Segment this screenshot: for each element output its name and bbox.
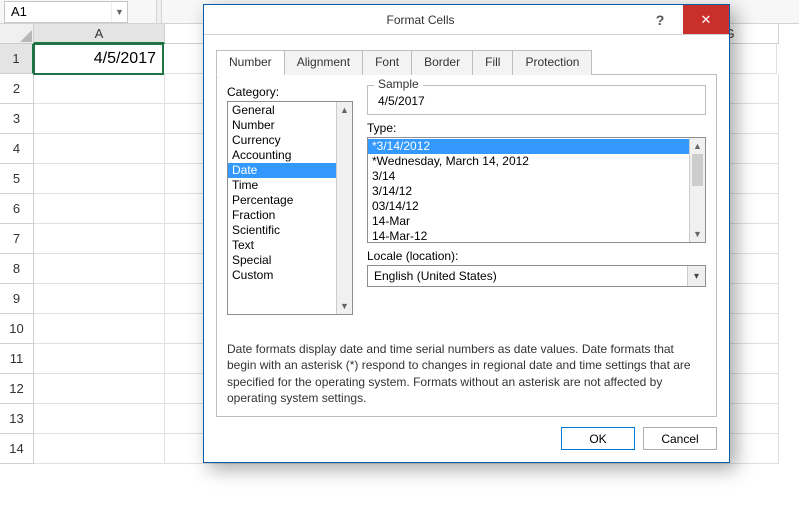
- row-header[interactable]: 2: [0, 74, 34, 104]
- tab-border[interactable]: Border: [411, 50, 473, 75]
- format-description: Date formats display date and time seria…: [227, 341, 706, 406]
- cell[interactable]: [34, 344, 165, 374]
- scroll-down-icon[interactable]: ▼: [337, 298, 352, 314]
- dialog-title: Format Cells: [204, 5, 637, 34]
- cell[interactable]: [34, 104, 165, 134]
- column-header[interactable]: A: [34, 24, 165, 44]
- ok-button[interactable]: OK: [561, 427, 635, 450]
- format-cells-dialog: Format Cells ? ✕ NumberAlignmentFontBord…: [203, 4, 730, 463]
- scrollbar[interactable]: ▲ ▼: [336, 102, 352, 314]
- chevron-down-icon[interactable]: ▾: [687, 266, 705, 286]
- list-item[interactable]: 03/14/12: [368, 199, 689, 214]
- list-item[interactable]: 3/14: [368, 169, 689, 184]
- list-item[interactable]: 14-Mar-12: [368, 229, 689, 242]
- list-item[interactable]: Text: [228, 238, 336, 253]
- cell[interactable]: 4/5/2017: [33, 43, 164, 75]
- locale-label: Locale (location):: [367, 249, 706, 263]
- row-header[interactable]: 1: [0, 44, 34, 74]
- list-item[interactable]: 14-Mar: [368, 214, 689, 229]
- cell[interactable]: [34, 74, 165, 104]
- list-item[interactable]: Fraction: [228, 208, 336, 223]
- cell[interactable]: [34, 134, 165, 164]
- cancel-button[interactable]: Cancel: [643, 427, 717, 450]
- cell[interactable]: [34, 374, 165, 404]
- cell[interactable]: [34, 254, 165, 284]
- locale-value: English (United States): [368, 269, 687, 283]
- list-item[interactable]: General: [228, 103, 336, 118]
- sample-label: Sample: [374, 77, 423, 91]
- row-header[interactable]: 5: [0, 164, 34, 194]
- dialog-buttons: OK Cancel: [204, 417, 729, 462]
- list-item[interactable]: 3/14/12: [368, 184, 689, 199]
- list-item[interactable]: Custom: [228, 268, 336, 283]
- list-item[interactable]: Date: [228, 163, 336, 178]
- list-item[interactable]: Percentage: [228, 193, 336, 208]
- name-box[interactable]: A1 ▼: [4, 1, 128, 23]
- cell[interactable]: [34, 164, 165, 194]
- tab-alignment[interactable]: Alignment: [284, 50, 363, 75]
- row-header[interactable]: 9: [0, 284, 34, 314]
- scrollbar[interactable]: ▲ ▼: [689, 138, 705, 242]
- close-button[interactable]: ✕: [683, 5, 729, 34]
- list-item[interactable]: Accounting: [228, 148, 336, 163]
- tab-number-page: Category: GeneralNumberCurrencyAccountin…: [216, 74, 717, 417]
- cell[interactable]: [34, 434, 165, 464]
- row-header[interactable]: 3: [0, 104, 34, 134]
- row-header[interactable]: 11: [0, 344, 34, 374]
- row-header[interactable]: 4: [0, 134, 34, 164]
- cell[interactable]: [34, 194, 165, 224]
- type-listbox[interactable]: *3/14/2012*Wednesday, March 14, 20123/14…: [367, 137, 706, 243]
- scroll-down-icon[interactable]: ▼: [690, 226, 705, 242]
- select-all-corner[interactable]: [0, 24, 34, 44]
- list-item[interactable]: *3/14/2012: [368, 139, 689, 154]
- list-item[interactable]: Scientific: [228, 223, 336, 238]
- list-item[interactable]: *Wednesday, March 14, 2012: [368, 154, 689, 169]
- list-item[interactable]: Time: [228, 178, 336, 193]
- row-header[interactable]: 13: [0, 404, 34, 434]
- list-item[interactable]: Special: [228, 253, 336, 268]
- dialog-tabs: NumberAlignmentFontBorderFillProtection: [216, 49, 717, 74]
- tab-fill[interactable]: Fill: [472, 50, 513, 75]
- tab-protection[interactable]: Protection: [512, 50, 592, 75]
- row-header[interactable]: 10: [0, 314, 34, 344]
- locale-dropdown[interactable]: English (United States) ▾: [367, 265, 706, 287]
- category-listbox[interactable]: GeneralNumberCurrencyAccountingDateTimeP…: [227, 101, 353, 315]
- type-label: Type:: [367, 121, 706, 135]
- category-label: Category:: [227, 85, 353, 99]
- list-item[interactable]: Currency: [228, 133, 336, 148]
- cell[interactable]: [34, 224, 165, 254]
- help-button[interactable]: ?: [637, 5, 683, 34]
- sample-groupbox: Sample 4/5/2017: [367, 85, 706, 115]
- tab-number[interactable]: Number: [216, 50, 285, 75]
- row-header[interactable]: 8: [0, 254, 34, 284]
- row-header[interactable]: 12: [0, 374, 34, 404]
- list-item[interactable]: Number: [228, 118, 336, 133]
- close-icon: ✕: [701, 12, 712, 28]
- scroll-up-icon[interactable]: ▲: [690, 138, 705, 154]
- cell[interactable]: [34, 404, 165, 434]
- row-header[interactable]: 7: [0, 224, 34, 254]
- row-header[interactable]: 14: [0, 434, 34, 464]
- scrollbar-thumb[interactable]: [692, 154, 703, 186]
- chevron-down-icon[interactable]: ▼: [111, 2, 127, 22]
- scroll-up-icon[interactable]: ▲: [337, 102, 352, 118]
- tab-font[interactable]: Font: [362, 50, 412, 75]
- name-box-value: A1: [5, 4, 111, 19]
- cell[interactable]: [34, 314, 165, 344]
- dialog-titlebar[interactable]: Format Cells ? ✕: [204, 5, 729, 35]
- row-header[interactable]: 6: [0, 194, 34, 224]
- formula-bar-divider: [156, 0, 162, 23]
- cell[interactable]: [34, 284, 165, 314]
- sample-value: 4/5/2017: [376, 90, 697, 108]
